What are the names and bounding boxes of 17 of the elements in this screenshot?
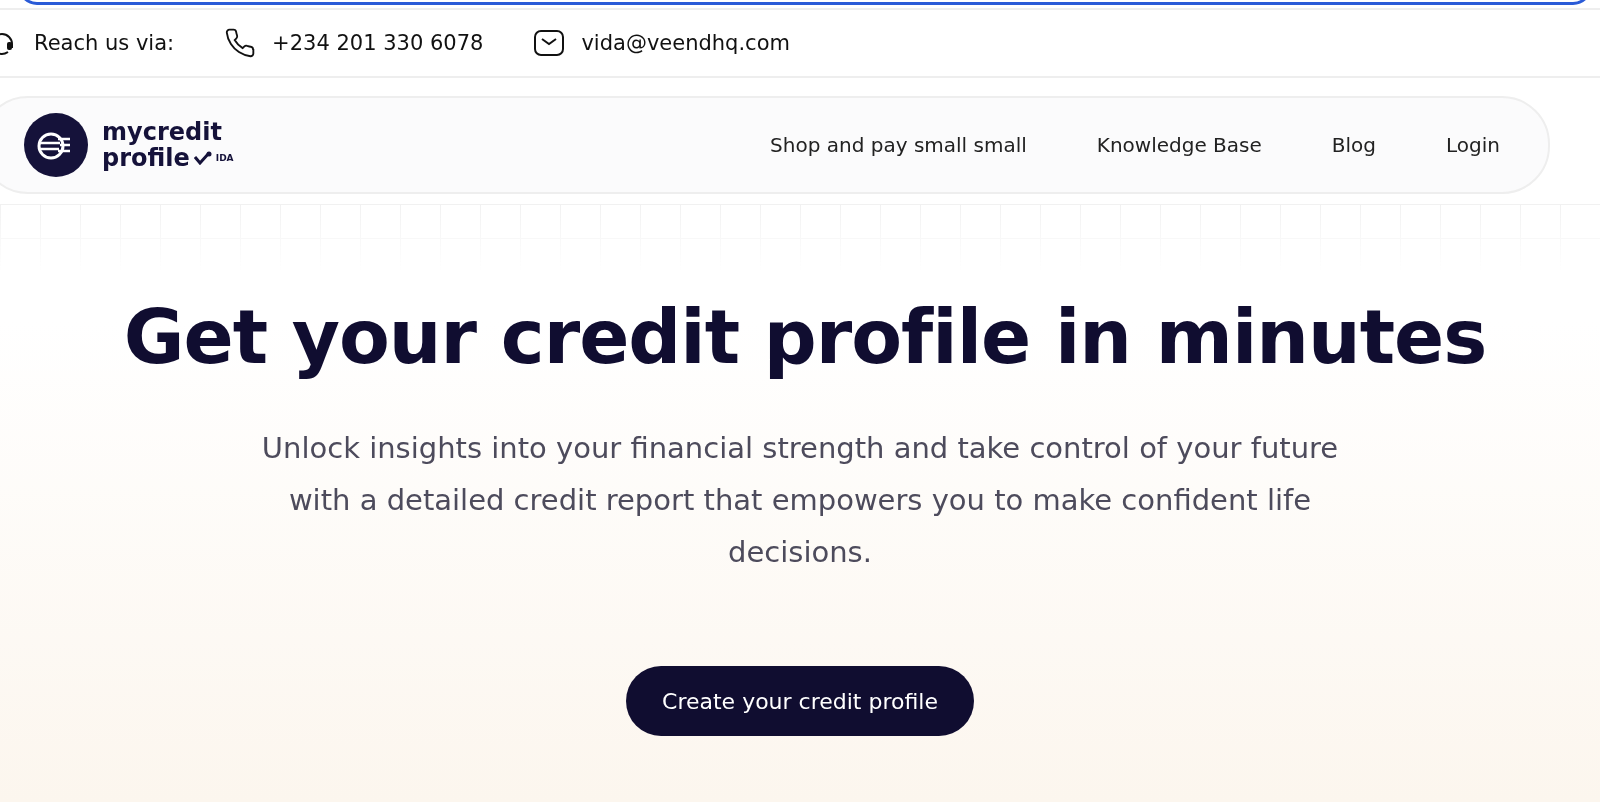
nav-link[interactable]: Knowledge Base — [1096, 133, 1262, 157]
nav-link[interactable]: Login — [1446, 133, 1500, 157]
nav-link[interactable]: Blog — [1331, 133, 1377, 157]
create-profile-button[interactable]: Create your credit profile — [626, 666, 974, 736]
mail-icon — [533, 29, 566, 57]
hero-title: Get your credit profile in minutes — [122, 294, 1488, 380]
email-address: vida@veendhq.com — [581, 31, 790, 55]
logo-text: mycredit — [102, 119, 223, 145]
logo-icon — [24, 113, 88, 177]
nav-link[interactable]: Shop and pay small small — [770, 133, 1027, 157]
check-icon — [193, 151, 212, 165]
logo-text: profile — [102, 145, 190, 171]
phone-number: +234 201 330 6078 — [272, 31, 484, 55]
hero-subtitle: Unlock insights into your financial strength and take control of your future with a detailed credit report that empowers you to make confident life decisions. — [260, 430, 1340, 571]
contact-label: Reach us via: — [34, 31, 175, 55]
phone-icon — [224, 27, 257, 59]
brand-text: IDA — [215, 152, 234, 165]
